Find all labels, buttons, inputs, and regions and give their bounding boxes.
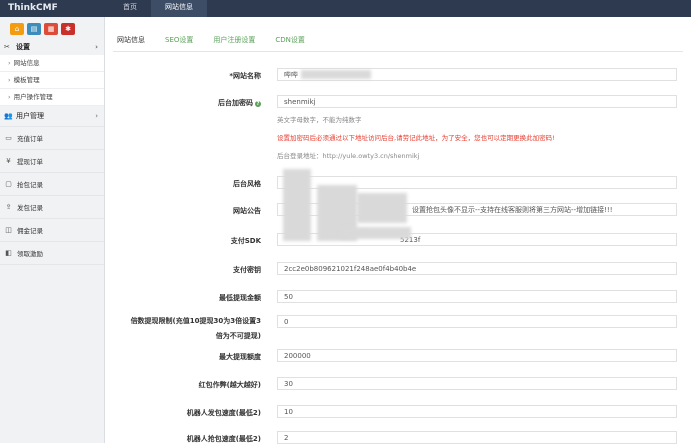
question-icon[interactable]: ? xyxy=(255,101,261,107)
sidebar-item-label: 领取激励 xyxy=(17,250,43,258)
nav-site-info[interactable]: 网站信息 xyxy=(151,0,207,17)
chevron-right-icon: › xyxy=(95,112,98,120)
min-withdraw-input[interactable]: 50 xyxy=(277,290,677,303)
sidebar-shortcuts: ⌂ ▤ ▦ ✱ xyxy=(0,17,104,39)
admin-code-warning: 设置加密码后必须通过以下地址访问后台,请劳记此地址，为了安全，您也可以定期更换此… xyxy=(277,134,555,142)
sidebar-item-grab-records[interactable]: ▢ 抢包记录 xyxy=(0,173,104,196)
redpack-cheat-label: 红包作弊(越大越好) xyxy=(198,381,261,389)
sidebar-item-label: 佣金记录 xyxy=(17,227,43,235)
sidebar-group-label: 用户管理 xyxy=(16,112,44,120)
sidebar-item-user-ops[interactable]: 用户操作管理 xyxy=(0,89,104,106)
multiple-limit-label: 倍数提现限制(充值10提现30为3倍设置3 倍为不可提现) xyxy=(130,317,261,340)
tab-cdn[interactable]: CDN设置 xyxy=(275,35,305,45)
nav-home[interactable]: 首页 xyxy=(109,0,151,17)
file-icon[interactable]: ▤ xyxy=(27,23,41,35)
send-icon: ⇪ xyxy=(5,203,12,211)
gift-icon: ◧ xyxy=(5,249,12,257)
multiple-limit-input[interactable]: 0 xyxy=(277,315,677,328)
redaction-blur xyxy=(357,193,407,223)
tab-site-info[interactable]: 网站信息 xyxy=(117,35,145,45)
redaction-blur xyxy=(341,227,411,239)
yen-icon: ¥ xyxy=(6,157,11,165)
top-nav: 首页 网站信息 xyxy=(109,0,207,17)
redaction-blur xyxy=(301,70,371,79)
sidebar-item-commission[interactable]: ◫ 佣金记录 xyxy=(0,219,104,242)
tab-divider xyxy=(113,51,683,52)
notice-label: 网站公告 xyxy=(233,207,261,215)
sidebar-item-label: 提现订单 xyxy=(17,158,43,166)
tab-user-register[interactable]: 用户注册设置 xyxy=(213,35,255,45)
sidebar-group-settings[interactable]: ✂ 设置 › xyxy=(0,39,104,55)
sidebar-item-recharge[interactable]: ▭ 充值订单 xyxy=(0,127,104,150)
sidebar-item-label: 发包记录 xyxy=(17,204,43,212)
top-navbar: ThinkCMF 首页 网站信息 xyxy=(0,0,691,17)
coin-icon: ◫ xyxy=(5,226,12,234)
max-withdraw-label: 最大提现额度 xyxy=(219,353,261,361)
admin-code-label: 后台加密码? xyxy=(218,99,261,107)
sidebar-item-label: 充值订单 xyxy=(17,135,43,143)
admin-login-url: 后台登录地址：http://yule.owty3.cn/shenmikj xyxy=(277,152,420,160)
users-icon: 👥 xyxy=(4,112,13,120)
sidebar-item-rewards[interactable]: ◧ 领取激励 xyxy=(0,242,104,265)
admin-style-label: 后台风格 xyxy=(233,180,261,188)
pay-sdk-label: 支付SDK xyxy=(230,237,261,245)
grab-icon: ▢ xyxy=(5,180,12,188)
admin-code-hint: 英文字母数字，不能为纯数字 xyxy=(277,116,362,124)
wrench-icon: ✂ xyxy=(4,43,10,51)
max-withdraw-input[interactable]: 200000 xyxy=(277,349,677,362)
redpack-cheat-input[interactable]: 30 xyxy=(277,377,677,390)
home-icon[interactable]: ⌂ xyxy=(10,23,24,35)
sidebar-item-site-info[interactable]: 网站信息 xyxy=(0,55,104,72)
sidebar: ⌂ ▤ ▦ ✱ ✂ 设置 › 网站信息 模板管理 用户操作管理 👥 用户管理 ›… xyxy=(0,17,105,443)
cart-icon: ▭ xyxy=(5,134,12,142)
gear-icon[interactable]: ✱ xyxy=(61,23,75,35)
sidebar-item-template[interactable]: 模板管理 xyxy=(0,72,104,89)
tab-seo[interactable]: SEO设置 xyxy=(165,35,193,45)
pay-key-label: 支付密钥 xyxy=(233,266,261,274)
site-name-label: *网站名称 xyxy=(229,72,261,80)
redaction-blur xyxy=(283,169,311,241)
sidebar-item-withdraw[interactable]: ¥ 提现订单 xyxy=(0,150,104,173)
sidebar-item-send-records[interactable]: ⇪ 发包记录 xyxy=(0,196,104,219)
sidebar-group-label: 设置 xyxy=(16,43,30,51)
sidebar-group-users[interactable]: 👥 用户管理 › xyxy=(0,106,104,127)
brand-logo[interactable]: ThinkCMF xyxy=(8,3,58,13)
pay-key-input[interactable]: 2cc2e0b809621021f248ae0f4b40b4e xyxy=(277,262,677,275)
robot-send-label: 机器人发包速度(最低2) xyxy=(186,409,261,417)
admin-code-input[interactable]: shenmikj xyxy=(277,95,677,108)
trash-icon[interactable]: ▦ xyxy=(44,23,58,35)
chevron-right-icon: › xyxy=(95,43,98,51)
main-content: 网站信息 SEO设置 用户注册设置 CDN设置 *网站名称 哔哔 后台加密码? … xyxy=(105,17,691,444)
min-withdraw-label: 最低提现金额 xyxy=(219,294,261,302)
sidebar-item-label: 抢包记录 xyxy=(17,181,43,189)
robot-send-input[interactable]: 10 xyxy=(277,405,677,418)
settings-tabs: 网站信息 SEO设置 用户注册设置 CDN设置 xyxy=(117,35,325,45)
robot-grab-input[interactable]: 2 xyxy=(277,431,677,444)
